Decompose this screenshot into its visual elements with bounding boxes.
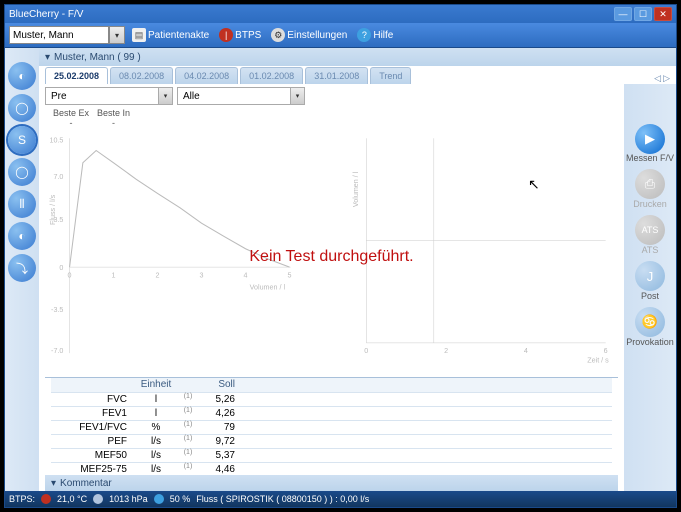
tab-scroll-right[interactable]: ▷ [663, 73, 670, 84]
thermometer-icon: | [219, 28, 233, 42]
chevron-down-icon[interactable]: ▾ [45, 52, 50, 63]
nav-btn-1[interactable]: ◐ [8, 62, 36, 90]
nav-btn-5[interactable]: ⦀ [8, 190, 36, 218]
svg-text:0: 0 [364, 347, 368, 355]
svg-text:3: 3 [200, 271, 204, 279]
svg-text:7.0: 7.0 [53, 173, 63, 181]
tab-date-1[interactable]: 25.02.2008 [45, 67, 108, 84]
ats-icon: ATS [635, 215, 665, 245]
play-icon: ▶ [635, 124, 665, 154]
patient-name: Muster, Mann ( 99 ) [54, 52, 141, 63]
status-temp: 21,0 °C [57, 494, 87, 504]
nav-btn-2[interactable]: ◯ [8, 94, 36, 122]
patient-select-input[interactable] [9, 26, 109, 44]
best-ex-label: Beste Ex [53, 108, 89, 118]
table-row: PEFl/s(1)9,72 [51, 434, 612, 448]
nav-btn-3[interactable]: S [8, 126, 36, 154]
pre-post-arrow[interactable]: ▾ [159, 87, 173, 105]
no-test-message: Kein Test durchgeführt. [45, 248, 618, 266]
tab-date-3[interactable]: 04.02.2008 [175, 67, 238, 84]
nav-btn-7[interactable]: ⤵ [8, 254, 36, 282]
messen-button[interactable]: ▶ Messen F/V [626, 124, 674, 163]
post-icon: J [635, 261, 665, 291]
drucken-button[interactable]: ⎙ Drucken [633, 169, 667, 209]
svg-text:2: 2 [444, 347, 448, 355]
pressure-icon [93, 494, 103, 504]
svg-text:Zeit / s: Zeit / s [587, 356, 609, 363]
patientenakte-button[interactable]: ▤ Patientenakte [129, 28, 212, 42]
svg-text:-7.0: -7.0 [51, 347, 63, 355]
tab-date-5[interactable]: 31.01.2008 [305, 67, 368, 84]
svg-text:4: 4 [524, 347, 528, 355]
tab-scroll-left[interactable]: ◁ [654, 73, 661, 84]
svg-text:Fluss / l/s: Fluss / l/s [49, 194, 57, 225]
tab-date-2[interactable]: 08.02.2008 [110, 67, 173, 84]
col-unit: Einheit [133, 378, 179, 392]
table-row: FEV1/FVC%(1)79 [51, 420, 612, 434]
svg-text:6: 6 [604, 347, 608, 355]
help-label: Hilfe [373, 30, 393, 41]
status-flow: Fluss ( SPIROSTIK ( 08800150 ) ) : 0,00 … [196, 494, 369, 504]
minimize-button[interactable]: ― [614, 7, 632, 21]
close-button[interactable]: ✕ [654, 7, 672, 21]
provokation-button[interactable]: ♋ Provokation [626, 307, 674, 347]
svg-text:2: 2 [156, 271, 160, 279]
table-row: MEF50l/s(1)5,37 [51, 448, 612, 462]
svg-text:5: 5 [288, 271, 292, 279]
pre-post-select[interactable]: Pre [45, 87, 159, 105]
status-humid: 50 % [170, 494, 191, 504]
svg-text:-3.5: -3.5 [51, 306, 63, 314]
settings-label: Einstellungen [287, 30, 347, 41]
help-icon: ? [357, 28, 371, 42]
patientenakte-label: Patientenakte [148, 30, 209, 41]
col-soll: Soll [197, 378, 241, 392]
all-select-arrow[interactable]: ▾ [291, 87, 305, 105]
all-select[interactable]: Alle [177, 87, 291, 105]
svg-text:10.5: 10.5 [49, 136, 63, 144]
best-in-label: Beste In [97, 108, 130, 118]
nav-btn-4[interactable]: ◯ [8, 158, 36, 186]
kommentar-label: Kommentar [60, 478, 112, 489]
svg-text:Volumen / l: Volumen / l [250, 284, 286, 292]
provokation-icon: ♋ [635, 307, 665, 337]
btps-label: BTPS [235, 30, 261, 41]
svg-text:4: 4 [244, 271, 248, 279]
humidity-icon [154, 494, 164, 504]
col-param [51, 378, 133, 392]
table-row: FEV1l(1)4,26 [51, 406, 612, 420]
left-nav: ◐ ◯ S ◯ ⦀ ◐ ⤵ [5, 48, 39, 491]
chevron-down-icon[interactable]: ▾ [51, 478, 56, 489]
status-press: 1013 hPa [109, 494, 148, 504]
best-in-value: - [112, 118, 115, 128]
post-button[interactable]: J Post [635, 261, 665, 301]
right-nav: ▶ Messen F/V ⎙ Drucken ATS ATS J Post [624, 84, 676, 491]
svg-text:1: 1 [112, 271, 116, 279]
print-icon: ⎙ [635, 169, 665, 199]
btps-button[interactable]: | BTPS [216, 28, 264, 42]
window-title: BlueCherry - F/V [9, 9, 612, 20]
svg-text:0: 0 [68, 271, 72, 279]
ats-button[interactable]: ATS ATS [635, 215, 665, 255]
svg-text:Volumen / l: Volumen / l [352, 171, 360, 207]
nav-btn-6[interactable]: ◐ [8, 222, 36, 250]
table-row: FVCl(1)5,26 [51, 392, 612, 406]
file-icon: ▤ [132, 28, 146, 42]
tab-trend[interactable]: Trend [370, 67, 411, 84]
settings-button[interactable]: ⚙ Einstellungen [268, 28, 350, 42]
table-row: MEF25-75l/s(1)4,46 [51, 462, 612, 475]
status-btps-label: BTPS: [9, 494, 35, 504]
patient-select-arrow[interactable]: ▾ [109, 26, 125, 44]
best-ex-value: - [70, 118, 73, 128]
maximize-button[interactable]: ☐ [634, 7, 652, 21]
tab-date-4[interactable]: 01.02.2008 [240, 67, 303, 84]
help-button[interactable]: ? Hilfe [354, 28, 396, 42]
chart-area: 10.5 7.0 3.5 0 -3.5 -7.0 0 1 2 3 4 [45, 128, 618, 377]
gear-icon: ⚙ [271, 28, 285, 42]
results-table: Einheit Soll FVCl(1)5,26FEV1l(1)4,26FEV1… [51, 378, 612, 475]
thermometer-icon [41, 494, 51, 504]
